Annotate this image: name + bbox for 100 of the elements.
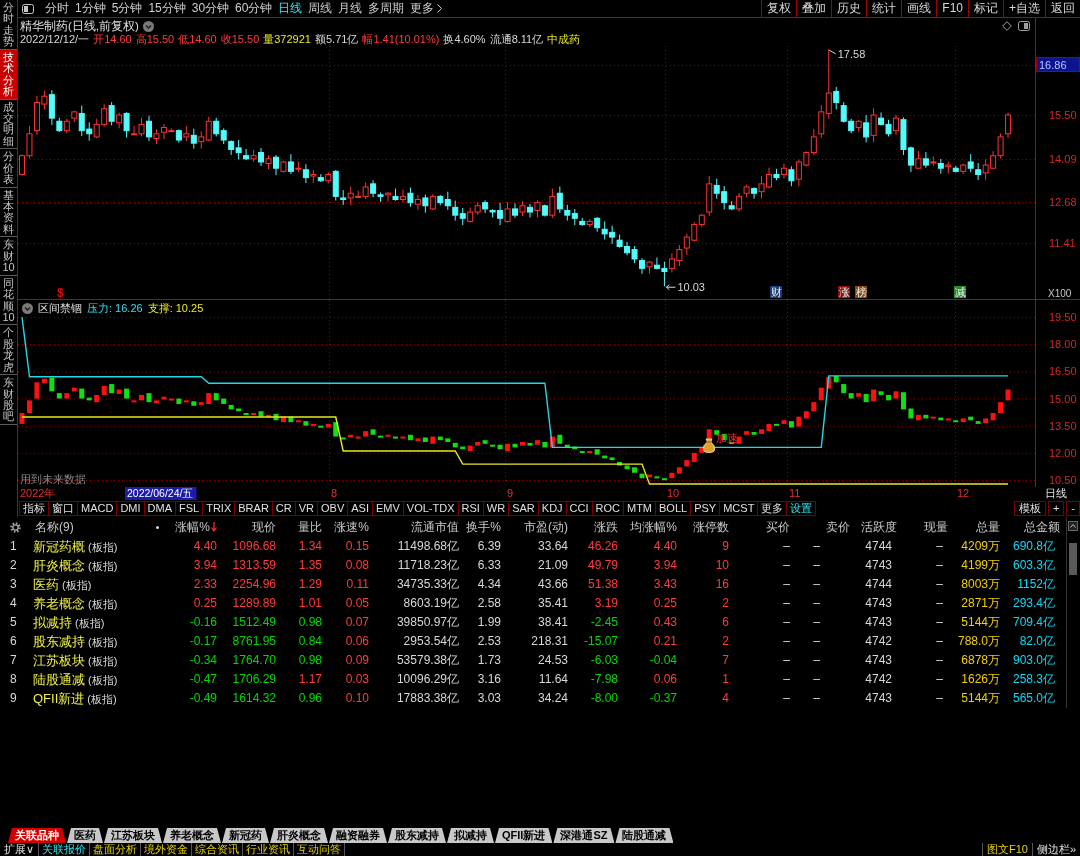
side-tab[interactable]: 东财10 [0,237,17,276]
indicator-tab[interactable]: VR [294,501,318,516]
column-header[interactable]: 涨速% [322,519,369,535]
column-header[interactable]: 卖价 [790,519,850,535]
board-tab[interactable]: QFII新进 [495,828,553,843]
column-header[interactable]: 现量 [897,519,948,535]
column-header[interactable]: 换手% [459,519,501,535]
indicator-tab[interactable]: MCST [719,501,759,516]
board-tab[interactable]: 关联品种 [8,828,66,843]
period-tab[interactable]: 60分钟 [232,0,276,17]
indicator-tab[interactable]: CR [271,501,296,516]
info-tab[interactable]: 关联报价 [39,843,91,856]
indicator-tab[interactable]: FSL [175,501,204,516]
toolbar-button[interactable]: 返回 [1045,0,1080,17]
indicator-tab[interactable]: ROC [591,501,624,516]
period-tab[interactable]: 多周期 [365,0,408,17]
toolbar-button[interactable]: 叠加 [796,0,832,17]
period-tab[interactable]: 5分钟 [108,0,146,17]
period-tab[interactable]: 15分钟 [145,0,189,17]
board-name[interactable]: 医药 [33,576,59,592]
board-name[interactable]: 江苏板块 [33,652,85,668]
indicator-tab[interactable]: BRAR [234,501,273,516]
column-header[interactable]: 总金额 [1000,519,1060,535]
indicator-tab[interactable]: CCI [565,501,593,516]
info-tab[interactable]: 互动问答 [294,843,346,856]
board-tab[interactable]: 陆股通减 [615,828,674,843]
column-header[interactable]: 涨幅% [165,519,217,535]
info-tab[interactable]: 境外资金 [141,843,193,856]
indicator-tab[interactable]: 更多 [757,501,788,516]
indicator-tab[interactable]: EMV [371,501,404,516]
toolbar-button[interactable]: 统计 [866,0,902,17]
board-name[interactable]: 肝炎概念 [33,557,85,573]
board-name[interactable]: QFII新进 [33,690,85,706]
period-tab[interactable]: 日线 [275,0,306,17]
expand-button[interactable]: 扩展∨ [0,843,40,856]
board-tab[interactable]: 医药 [67,828,103,843]
board-name[interactable]: 拟减持 [33,614,72,630]
panel-toggle-icon[interactable] [22,3,34,14]
template-button[interactable]: 模板 [1013,501,1046,516]
event-marker[interactable]: 财 [770,286,782,298]
column-header[interactable]: 名称(9) [28,519,150,535]
board-tab[interactable]: 新冠药 [222,828,269,843]
settings-icon[interactable] [10,522,21,534]
toolbar-button[interactable]: 复权 [761,0,797,17]
indicator-tab[interactable]: ASI [347,501,373,516]
period-tab[interactable]: 分时 [42,0,72,17]
board-name[interactable]: 新冠药概 [33,538,85,554]
board-tab[interactable]: 融资融券 [329,828,387,843]
column-header[interactable]: 总量 [948,519,1000,535]
info-tab[interactable]: 综合资讯 [192,843,244,856]
indicator-tab[interactable]: KDJ [537,501,567,516]
side-tab[interactable]: 技术分析 [0,49,17,100]
side-tab[interactable]: 个股龙虎 [0,325,17,376]
side-tab[interactable]: 分时走势 [0,0,17,50]
event-marker[interactable]: 减 [954,286,966,298]
side-tab[interactable]: 同花顺10 [0,275,17,326]
indicator-tab[interactable]: OBV [317,501,349,516]
more-menu-button[interactable]: 更多 [407,0,446,17]
board-tab[interactable]: 养老概念 [163,828,221,843]
period-tab[interactable]: 周线 [305,0,336,17]
indicator-tab[interactable]: MACD [77,501,118,516]
period-tab[interactable]: 1分钟 [72,0,109,17]
side-tab[interactable]: 成交明细 [0,99,17,150]
collapse-icon[interactable] [142,21,154,32]
template-button[interactable]: + [1047,501,1065,516]
collapse-icon[interactable] [22,303,33,314]
indicator-tab[interactable]: BOLL [655,501,692,516]
board-name[interactable]: 陆股通减 [33,671,85,687]
column-header[interactable]: 活跃度 [850,519,897,535]
column-header[interactable]: 量比 [276,519,322,535]
board-tab[interactable]: 股东减持 [388,828,446,843]
column-header[interactable]: 涨停数 [677,519,729,535]
info-tab[interactable]: 盘面分析 [90,843,142,856]
toolbar-button[interactable]: +自选 [1003,0,1045,17]
status-button[interactable]: 图文F10 [981,843,1032,856]
indicator-tab[interactable]: DMI [116,501,145,516]
info-tab[interactable]: 行业资讯 [243,843,295,856]
event-marker[interactable]: 榜 [855,286,867,298]
toolbar-button[interactable]: 标记 [968,0,1003,17]
status-button[interactable]: 侧边栏» [1031,843,1080,856]
scroll-up-icon[interactable] [1068,521,1078,531]
toolbar-button[interactable]: 画线 [901,0,937,17]
side-tab[interactable]: 东财股吧 [0,375,17,425]
board-name[interactable]: 股东减持 [33,633,85,649]
column-header[interactable]: 均涨幅% [618,519,677,535]
board-tab[interactable]: 拟减持 [447,828,494,843]
indicator-tab[interactable]: WR [482,501,510,516]
column-header[interactable]: 流通市值 [369,519,459,535]
board-name[interactable]: 养老概念 [33,595,85,611]
indicator-tab[interactable]: VOL-TDX [402,501,459,516]
indicator-tab[interactable]: SAR [508,501,539,516]
side-tab[interactable]: 分价表 [0,149,17,188]
event-marker[interactable]: 涨 [838,286,850,298]
panel-toggle-icon[interactable] [1018,21,1030,31]
toolbar-button[interactable]: F10 [936,0,968,17]
indicator-tab[interactable]: PSY [690,501,721,516]
template-button[interactable]: - [1066,501,1080,516]
board-tab[interactable]: 深港通SZ [553,828,615,843]
column-header[interactable]: 买价 [729,519,790,535]
indicator-tab[interactable]: DMA [143,501,176,516]
